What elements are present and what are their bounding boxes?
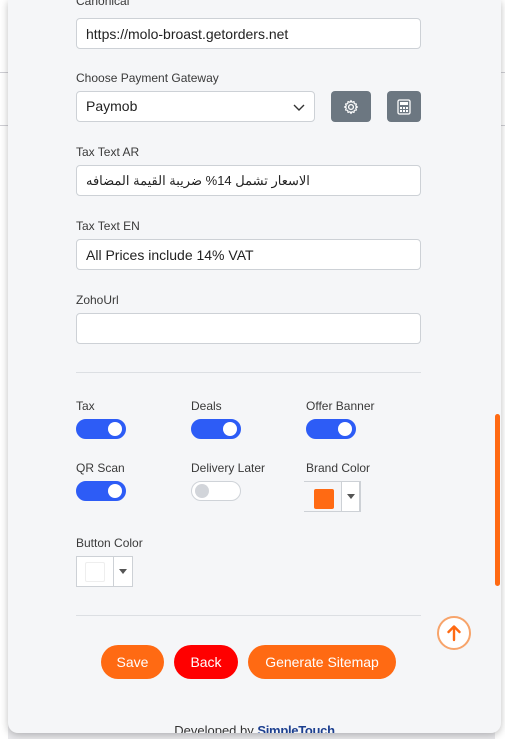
- arrow-up-icon: [447, 625, 461, 642]
- brand-color-swatch-box[interactable]: [304, 482, 341, 511]
- toggle-knob: [223, 422, 237, 436]
- tax-text-ar-label: Tax Text AR: [76, 145, 140, 159]
- back-button[interactable]: Back: [174, 645, 238, 679]
- payment-gateway-label: Choose Payment Gateway: [76, 71, 219, 85]
- button-color-picker[interactable]: [76, 556, 133, 587]
- footer-prefix: Developed by: [174, 723, 254, 733]
- toggle-knob: [195, 484, 209, 498]
- background-divider: [0, 72, 8, 73]
- toggle-knob: [108, 484, 122, 498]
- offer-banner-toggle[interactable]: [306, 419, 356, 439]
- delivery-later-toggle[interactable]: [191, 481, 241, 501]
- background-page-left: [0, 0, 8, 739]
- caret-down-icon: [119, 569, 127, 574]
- section-divider: [76, 372, 421, 373]
- tax-toggle-label: Tax: [76, 399, 95, 413]
- generate-sitemap-button[interactable]: Generate Sitemap: [248, 645, 396, 679]
- payment-gateway-select[interactable]: Paymob: [76, 91, 315, 122]
- tax-text-en-input[interactable]: [76, 239, 421, 270]
- deals-toggle-label: Deals: [191, 399, 222, 413]
- qr-scan-toggle[interactable]: [76, 481, 126, 501]
- tax-text-en-label: Tax Text EN: [76, 219, 140, 233]
- brand-color-swatch: [314, 489, 334, 509]
- brand-color-picker[interactable]: [304, 481, 361, 512]
- payment-gateway-value: Paymob: [86, 98, 138, 114]
- canonical-label: Canonical: [76, 0, 130, 8]
- tax-toggle[interactable]: [76, 419, 126, 439]
- background-divider: [0, 125, 8, 126]
- tax-text-ar-input[interactable]: [76, 165, 421, 196]
- actions-divider: [76, 615, 421, 616]
- footer-brand-logo[interactable]: SimpleTouch: [257, 723, 335, 733]
- delivery-later-toggle-label: Delivery Later: [191, 461, 266, 475]
- toggle-knob: [108, 422, 122, 436]
- button-color-label: Button Color: [76, 536, 143, 550]
- settings-modal: Canonical Choose Payment Gateway Paymob: [8, 0, 501, 733]
- toggle-knob: [338, 422, 352, 436]
- chevron-down-icon: [293, 104, 305, 111]
- canonical-input[interactable]: [76, 18, 421, 49]
- brand-color-dropdown[interactable]: [341, 482, 360, 511]
- calculator-icon: [397, 98, 411, 115]
- zoho-url-input[interactable]: [76, 313, 421, 344]
- scrollbar-thumb[interactable]: [495, 414, 500, 586]
- gateway-calculator-button[interactable]: [387, 91, 421, 122]
- qr-scan-toggle-label: QR Scan: [76, 461, 125, 475]
- button-color-dropdown[interactable]: [113, 557, 132, 586]
- scroll-to-top-button[interactable]: [437, 616, 471, 650]
- zoho-url-label: ZohoUrl: [76, 293, 119, 307]
- footer-credit: Developed by SimpleTouch: [8, 723, 501, 733]
- caret-down-icon: [346, 494, 355, 499]
- brand-color-label: Brand Color: [306, 461, 371, 475]
- gear-icon: [343, 99, 359, 114]
- button-color-swatch: [85, 562, 105, 582]
- offer-banner-toggle-label: Offer Banner: [306, 399, 375, 413]
- deals-toggle[interactable]: [191, 419, 241, 439]
- gateway-settings-button[interactable]: [331, 91, 371, 122]
- save-button[interactable]: Save: [101, 645, 164, 679]
- button-color-swatch-box[interactable]: [77, 557, 113, 586]
